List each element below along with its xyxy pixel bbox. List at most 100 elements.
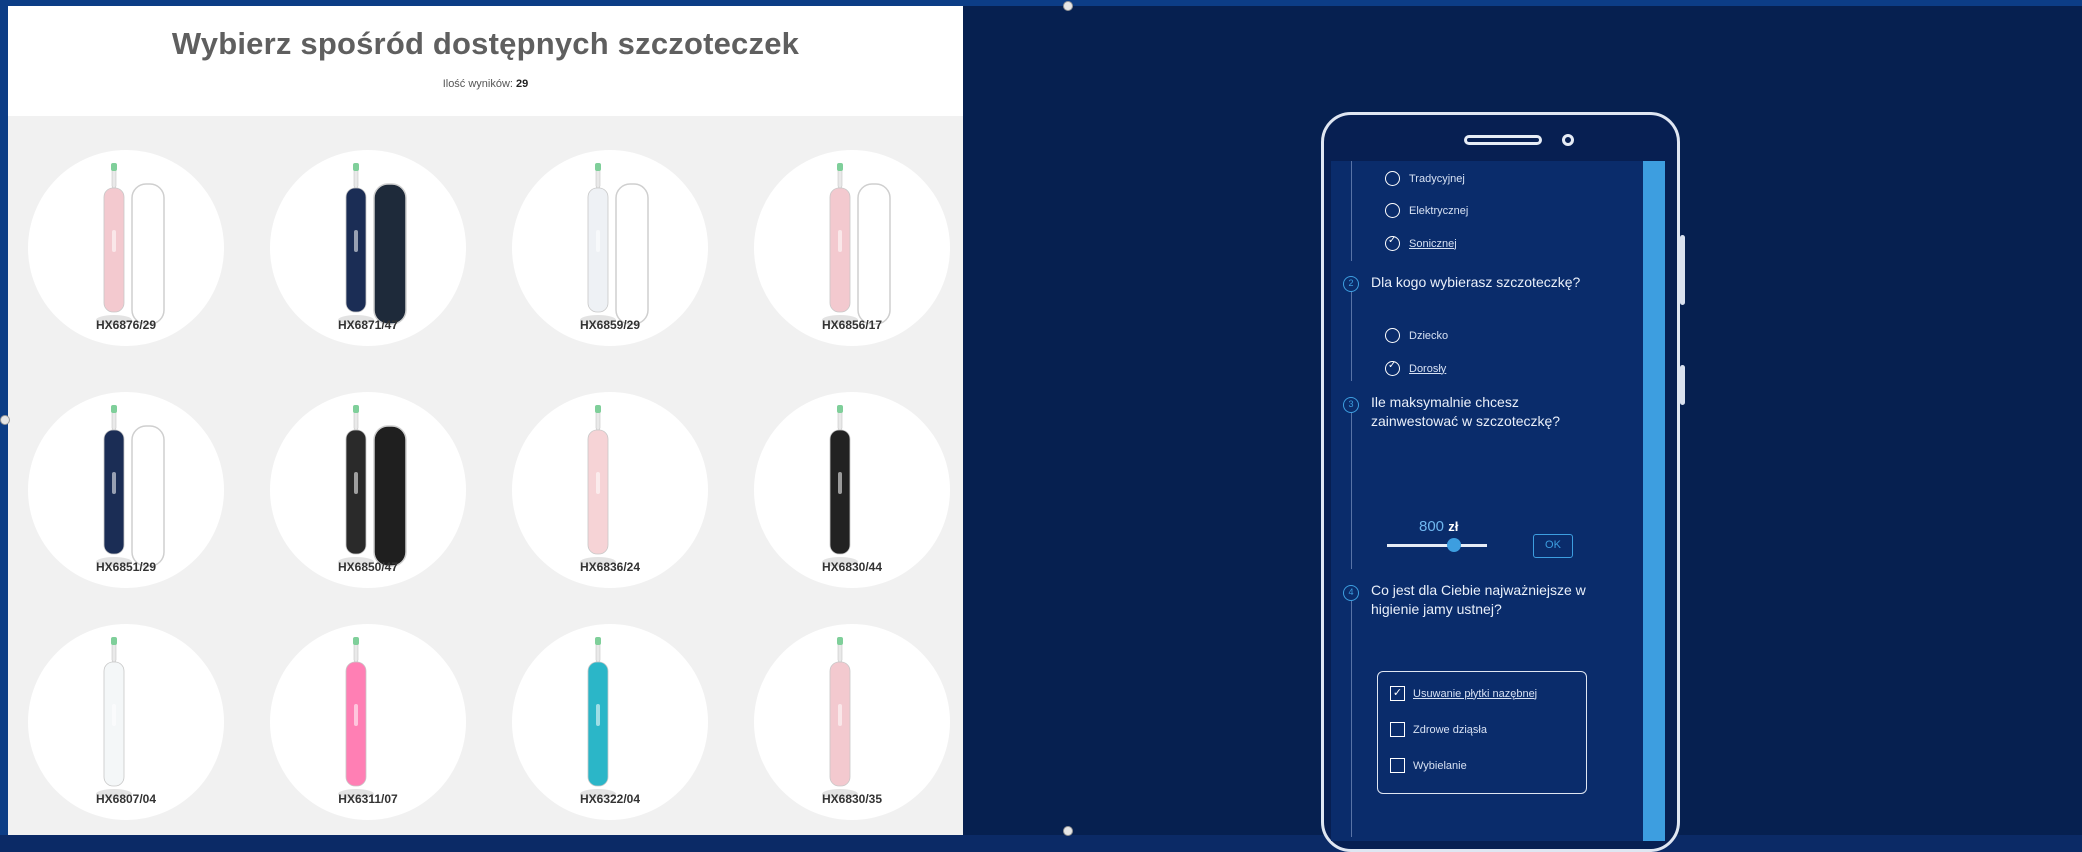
price-display: 800 zł — [1419, 518, 1458, 535]
checkbox-checked-icon: ✓ — [1390, 686, 1405, 701]
resize-handle[interactable] — [1063, 1, 1073, 11]
checkbox-healthy-gums[interactable]: Zdrowe dziąsła — [1390, 722, 1487, 737]
checkbox-label: Wybielanie — [1413, 759, 1467, 772]
brush-bristles — [353, 405, 359, 413]
product-image — [96, 405, 165, 567]
price-slider-handle[interactable] — [1447, 538, 1461, 552]
radio-checked-icon — [1385, 235, 1400, 251]
phone-camera — [1562, 134, 1574, 146]
checkbox-plaque-removal[interactable]: ✓ Usuwanie płytki nazębnej — [1390, 686, 1537, 701]
result-count: Ilość wyników: 29 — [8, 78, 963, 90]
product-model: HX6807/04 — [95, 792, 157, 806]
product-grid: HX6876/29 HX6871/47 HX6859/29 HX6856/17 HX68… — [8, 116, 963, 835]
product-model: HX6851/29 — [95, 560, 157, 574]
product-image — [338, 405, 407, 567]
power-button — [838, 472, 842, 494]
question-3-text: Ile maksymalnie chcesz zainwestować w sz… — [1371, 394, 1561, 429]
product-card[interactable]: HX6830/44 — [754, 392, 950, 588]
power-button — [596, 472, 600, 494]
product-model: HX6830/44 — [821, 560, 883, 574]
product-model: HX6322/04 — [579, 792, 641, 806]
product-image — [822, 637, 858, 799]
product-image — [96, 637, 132, 799]
product-card[interactable]: HX6830/35 — [754, 624, 950, 820]
product-image — [580, 637, 616, 799]
power-button — [354, 704, 358, 726]
phone-side-button — [1680, 365, 1685, 405]
product-card[interactable]: HX6876/29 — [28, 150, 224, 346]
step-line — [1351, 597, 1352, 837]
brush-bristles — [353, 163, 359, 171]
product-card[interactable]: HX6856/17 — [754, 150, 950, 346]
option-elektrycznej[interactable]: Elektrycznej — [1385, 203, 1468, 218]
checkbox-whitening[interactable]: Wybielanie — [1390, 758, 1467, 773]
product-model: HX6859/29 — [579, 318, 641, 332]
product-card[interactable]: HX6322/04 — [512, 624, 708, 820]
travel-case — [373, 425, 407, 567]
resize-handle[interactable] — [0, 415, 10, 425]
scrollbar[interactable] — [1643, 161, 1665, 841]
quiz-panel: Tradycyjnej Elektrycznej Sonicznej 2 Dla… — [963, 6, 2082, 852]
option-label: Elektrycznej — [1409, 204, 1469, 217]
page-title: Wybierz spośród dostępnych szczoteczek — [171, 26, 800, 61]
phone-speaker — [1464, 135, 1542, 145]
product-model: HX6856/17 — [821, 318, 883, 332]
power-button — [112, 230, 116, 252]
product-card[interactable]: HX6311/07 — [270, 624, 466, 820]
product-model: HX6830/35 — [821, 792, 883, 806]
power-button — [838, 704, 842, 726]
product-model: HX6836/24 — [579, 560, 641, 574]
question-4-text: Co jest dla Ciebie najważniejsze w higie… — [1371, 582, 1586, 617]
option-sonicznej[interactable]: Sonicznej — [1385, 235, 1457, 251]
product-card[interactable]: HX6859/29 — [512, 150, 708, 346]
question-number: 3 — [1343, 397, 1359, 413]
product-image — [822, 405, 858, 567]
brush-bristles — [111, 637, 117, 645]
product-image — [338, 163, 407, 325]
priority-options-box: ✓ Usuwanie płytki nazębnej Zdrowe dziąsł… — [1377, 671, 1587, 794]
phone-mockup: Tradycyjnej Elektrycznej Sonicznej 2 Dla… — [1321, 112, 1685, 852]
product-card[interactable]: HX6807/04 — [28, 624, 224, 820]
product-card[interactable]: HX6851/29 — [28, 392, 224, 588]
ok-button[interactable]: OK — [1533, 534, 1573, 558]
brush-bristles — [111, 405, 117, 413]
product-card[interactable]: HX6871/47 — [270, 150, 466, 346]
step-line — [1351, 409, 1352, 569]
product-model: HX6850/47 — [337, 560, 399, 574]
power-button — [596, 230, 600, 252]
option-dziecko[interactable]: Dziecko — [1385, 328, 1448, 343]
product-card[interactable]: HX6850/47 — [270, 392, 466, 588]
phone-side-button — [1680, 235, 1685, 305]
checkbox-icon — [1390, 722, 1405, 737]
option-label: Sonicznej — [1409, 237, 1457, 250]
product-image — [822, 163, 891, 325]
product-model: HX6311/07 — [338, 792, 398, 806]
checkbox-label: Usuwanie płytki nazębnej — [1413, 687, 1538, 700]
option-dorosly[interactable]: Dorosły — [1385, 360, 1447, 376]
brush-bristles — [111, 163, 117, 171]
catalog-panel: Wybierz spośród dostępnych szczoteczek I… — [8, 6, 963, 835]
option-tradycyjnej[interactable]: Tradycyjnej — [1385, 171, 1465, 186]
result-count-label: Ilość wyników: — [442, 78, 513, 90]
price-slider[interactable] — [1387, 544, 1487, 547]
question-number: 2 — [1343, 276, 1359, 292]
product-model: HX6871/47 — [337, 318, 399, 332]
travel-case — [373, 183, 407, 325]
step-line — [1351, 291, 1352, 381]
power-button — [354, 230, 358, 252]
travel-case — [857, 183, 891, 325]
brush-bristles — [595, 405, 601, 413]
brush-bristles — [353, 637, 359, 645]
product-card[interactable]: HX6836/24 — [512, 392, 708, 588]
radio-icon — [1385, 328, 1400, 343]
option-label: Dorosły — [1409, 362, 1447, 375]
brush-bristles — [595, 637, 601, 645]
travel-case — [615, 183, 649, 325]
price-value: 800 — [1419, 518, 1445, 535]
option-label: Tradycyjnej — [1409, 172, 1465, 185]
power-button — [112, 472, 116, 494]
brush-bristles — [837, 637, 843, 645]
question-2-text: Dla kogo wybierasz szczoteczkę? — [1371, 274, 1581, 290]
option-label: Dziecko — [1409, 329, 1449, 342]
checkbox-icon — [1390, 758, 1405, 773]
